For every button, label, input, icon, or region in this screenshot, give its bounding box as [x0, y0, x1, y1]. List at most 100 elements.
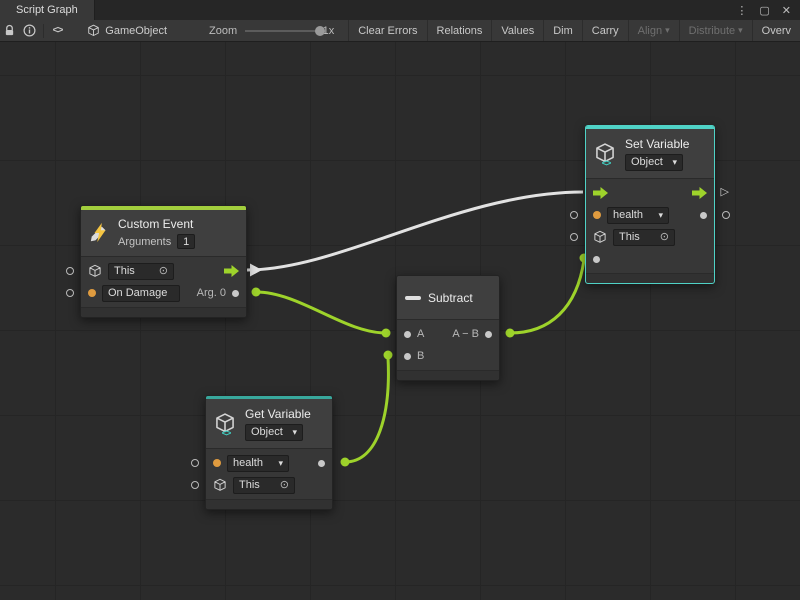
unconnected-port-ring[interactable]	[570, 211, 578, 219]
carry-button[interactable]: Carry	[582, 20, 628, 42]
variable-scope-dropdown[interactable]: Object ▾	[245, 424, 303, 441]
node-header[interactable]: <> Set Variable Object ▾	[586, 129, 714, 178]
value-input-port[interactable]	[88, 289, 96, 297]
node-set-variable[interactable]: <> Set Variable Object ▾	[585, 125, 715, 284]
close-icon[interactable]: ✕	[782, 4, 791, 17]
wire-endpoint	[252, 288, 261, 297]
zoom-label: Zoom	[209, 25, 237, 37]
control-continuation-triangle[interactable]: ▷	[721, 187, 729, 198]
node-title: Subtract	[428, 291, 473, 305]
wire-endpoint	[382, 329, 391, 338]
window-menu-icon[interactable]: ⋮	[736, 4, 747, 17]
chevron-down-icon: ▾	[658, 211, 663, 220]
value-wire-get-to-b[interactable]	[345, 357, 388, 462]
maximize-icon[interactable]: ▢	[759, 4, 769, 17]
chevron-down-icon: ▾	[738, 26, 743, 35]
wire-endpoint	[384, 351, 393, 360]
zoom-slider-track	[245, 30, 316, 32]
value-wire-arg-to-a[interactable]	[256, 292, 386, 333]
target-field[interactable]: This ⊙	[233, 477, 295, 494]
window-controls: ⋮ ▢ ✕	[736, 0, 800, 20]
arguments-field[interactable]: 1	[177, 234, 195, 249]
tab-title: Script Graph	[16, 4, 78, 16]
value-wire-result-to-set[interactable]	[510, 260, 584, 333]
target-picker-icon[interactable]: ⊙	[280, 480, 289, 491]
control-input-port[interactable]	[593, 187, 608, 199]
target-field[interactable]: This ⊙	[108, 263, 174, 280]
result-output-port[interactable]	[485, 331, 492, 338]
relations-button[interactable]: Relations	[427, 20, 492, 42]
chevron-down-icon: ▾	[278, 459, 283, 468]
input-a-port[interactable]	[404, 331, 411, 338]
graph-toolbar: <> GameObject Zoom 1x Clear Errors Relat…	[0, 20, 800, 42]
control-output-port[interactable]	[224, 265, 239, 277]
value-input-port[interactable]	[213, 459, 221, 467]
lock-icon[interactable]	[0, 20, 19, 42]
control-wire[interactable]	[247, 192, 583, 270]
value-output-port[interactable]	[232, 290, 239, 297]
custom-event-icon	[89, 222, 111, 244]
control-output-port[interactable]	[692, 187, 707, 199]
cube-icon	[593, 230, 607, 244]
node-header[interactable]: Custom Event Arguments 1	[81, 210, 246, 256]
tab-bar: Script Graph ⋮ ▢ ✕	[0, 0, 800, 20]
zoom-slider[interactable]	[245, 20, 316, 42]
node-get-variable[interactable]: <> Get Variable Object ▾ health ▾	[205, 395, 333, 510]
value-output-port[interactable]	[318, 460, 325, 467]
wire-endpoint	[506, 329, 515, 338]
align-button[interactable]: Align ▾	[628, 20, 679, 42]
distribute-button[interactable]: Distribute ▾	[679, 20, 752, 42]
input-a-label: A	[417, 328, 424, 340]
unconnected-port-ring[interactable]	[191, 459, 199, 467]
values-button[interactable]: Values	[491, 20, 543, 42]
toolbar-separator	[43, 24, 44, 38]
unconnected-port-ring[interactable]	[66, 289, 74, 297]
code-icon[interactable]: <>	[48, 20, 67, 42]
overview-button[interactable]: Overv	[752, 20, 800, 42]
unconnected-port-ring[interactable]	[722, 211, 730, 219]
graph-owner-chip[interactable]: GameObject	[87, 24, 167, 37]
node-title: Custom Event	[118, 217, 195, 231]
node-title: Get Variable	[245, 407, 311, 421]
toolbar-buttons: Clear Errors Relations Values Dim Carry …	[348, 20, 800, 42]
variable-name-dropdown[interactable]: health ▾	[227, 455, 289, 472]
arg-output-label: Arg. 0	[197, 287, 226, 299]
graph-canvas[interactable]: Custom Event Arguments 1 This ⊙	[0, 42, 800, 600]
graph-owner-label: GameObject	[105, 25, 167, 37]
result-label: A − B	[452, 328, 479, 340]
dim-button[interactable]: Dim	[543, 20, 582, 42]
variable-name-dropdown[interactable]: health ▾	[607, 207, 669, 224]
tab-script-graph[interactable]: Script Graph	[0, 0, 95, 20]
node-title: Set Variable	[625, 137, 689, 151]
node-header[interactable]: <> Get Variable Object ▾	[206, 399, 332, 448]
clear-errors-button[interactable]: Clear Errors	[348, 20, 426, 42]
node-header[interactable]: Subtract	[397, 276, 499, 319]
chevron-down-icon: ▾	[672, 158, 677, 167]
variable-scope-dropdown[interactable]: Object ▾	[625, 154, 683, 171]
target-picker-icon[interactable]: ⊙	[660, 232, 669, 243]
input-b-label: B	[417, 350, 424, 362]
cube-icon	[213, 478, 227, 492]
zoom-slider-handle[interactable]	[315, 26, 325, 36]
node-custom-event[interactable]: Custom Event Arguments 1 This ⊙	[80, 205, 247, 318]
node-subtract[interactable]: Subtract A A − B B	[396, 275, 500, 381]
node-footer	[586, 273, 714, 283]
variable-icon: <>	[594, 142, 618, 166]
node-footer	[81, 307, 246, 317]
target-picker-icon[interactable]: ⊙	[159, 266, 168, 277]
chevron-down-icon: ▾	[292, 428, 297, 437]
event-name-field[interactable]: On Damage	[102, 285, 180, 302]
info-icon[interactable]	[19, 20, 38, 42]
input-b-port[interactable]	[404, 353, 411, 360]
value-output-port[interactable]	[700, 212, 707, 219]
unconnected-port-ring[interactable]	[570, 233, 578, 241]
wire-endpoint	[341, 458, 350, 467]
new-value-input-port[interactable]	[593, 256, 600, 263]
unconnected-port-ring[interactable]	[191, 481, 199, 489]
unconnected-port-ring[interactable]	[66, 267, 74, 275]
chevron-down-icon: ▾	[665, 26, 670, 35]
variable-icon: <>	[214, 412, 238, 436]
subtract-icon	[405, 296, 421, 300]
value-input-port[interactable]	[593, 211, 601, 219]
target-field[interactable]: This ⊙	[613, 229, 675, 246]
